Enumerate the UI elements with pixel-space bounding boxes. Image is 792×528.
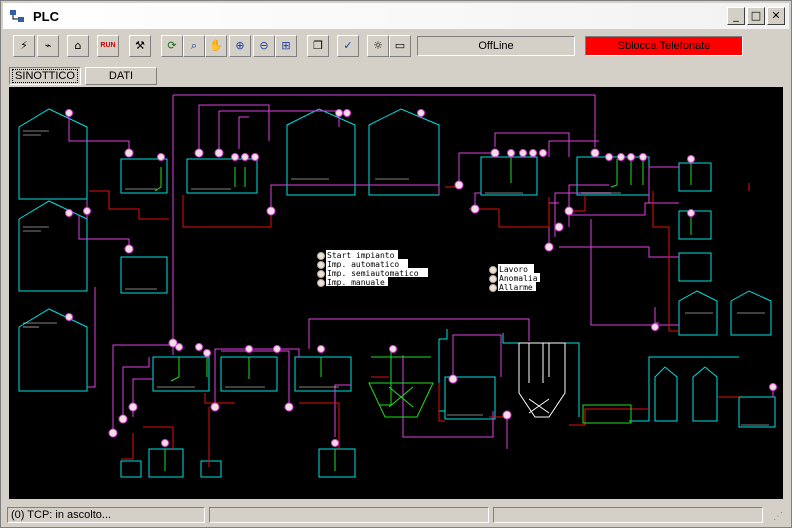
pump-lines xyxy=(154,157,692,471)
mode-legend: Start impianto Imp. automatico Imp. semi… xyxy=(317,250,540,292)
legend-auto: Imp. automatico xyxy=(327,260,399,269)
silo-structure xyxy=(518,342,566,418)
resize-grip-icon[interactable]: ⋰ xyxy=(773,511,785,523)
left-tanks xyxy=(18,108,776,478)
tools-icon[interactable]: ⚒ xyxy=(129,35,151,57)
status-bar: (0) TCP: in ascolto... ⋰ xyxy=(3,505,789,525)
open-folder-icon[interactable]: ▭ xyxy=(389,35,411,57)
offline-status: OffLine xyxy=(417,36,575,56)
equipment-tags xyxy=(23,130,769,426)
synoptic-canvas[interactable]: Start impianto Imp. automatico Imp. semi… xyxy=(9,87,783,499)
legend-modes: Start impianto Imp. automatico Imp. semi… xyxy=(317,250,428,287)
close-button[interactable]: ✕ xyxy=(767,7,785,25)
status-pane-3 xyxy=(493,507,763,523)
disconnect-plc-icon[interactable]: ⌁ xyxy=(37,35,59,57)
maximize-button[interactable]: □ xyxy=(747,7,765,25)
window-title: PLC xyxy=(33,8,59,24)
run-button[interactable]: RUN xyxy=(97,35,119,57)
spell-check-icon[interactable]: ✓ xyxy=(337,35,359,57)
zoom-fit-icon[interactable]: ⊞ xyxy=(275,35,297,57)
legend-manual: Imp. manuale xyxy=(327,278,385,287)
status-pane-2 xyxy=(209,507,489,523)
light-icon[interactable]: ☼ xyxy=(367,35,389,57)
pan-hand-icon[interactable]: ✋ xyxy=(205,35,227,57)
toolbar: ⚡ ⌁ ⌂ RUN ⚒ ⟳ ⌕ ✋ ⊕ ⊖ ⊞ ❐ ✓ ☼ ▭ OffLine … xyxy=(3,31,789,61)
refresh-icon[interactable]: ⟳ xyxy=(161,35,183,57)
plc-window: PLC _ □ ✕ ⚡ ⌁ ⌂ RUN ⚒ ⟳ ⌕ ✋ ⊕ ⊖ ⊞ ❐ ✓ ☼ … xyxy=(0,0,792,528)
unlock-calls-button[interactable]: Sblocca Telefonate xyxy=(585,36,743,56)
valve-markers xyxy=(65,109,777,447)
legend-start: Start impianto xyxy=(327,251,395,260)
status-message: (0) TCP: in ascolto... xyxy=(7,507,205,523)
connect-plc-icon[interactable]: ⚡ xyxy=(13,35,35,57)
tab-dati[interactable]: DATI xyxy=(85,67,157,85)
tab-sinottico[interactable]: SINOTTICO xyxy=(9,67,81,85)
plant-diagram: Start impianto Imp. automatico Imp. semi… xyxy=(18,94,777,478)
minimize-button[interactable]: _ xyxy=(727,7,745,25)
legend-states: Lavoro Anomalia Allarme xyxy=(489,264,540,292)
zoom-out-icon[interactable]: ⊖ xyxy=(253,35,275,57)
plant-icon[interactable]: ⌂ xyxy=(67,35,89,57)
tab-dati-label: DATI xyxy=(108,70,134,82)
zoom-area-icon[interactable]: ⌕ xyxy=(183,35,205,57)
tab-sinottico-label: SINOTTICO xyxy=(12,69,78,83)
windows-icon[interactable]: ❐ xyxy=(307,35,329,57)
zoom-in-icon[interactable]: ⊕ xyxy=(229,35,251,57)
network-app-icon xyxy=(9,8,25,24)
legend-lavoro: Lavoro xyxy=(499,265,528,274)
legend-anomalia: Anomalia xyxy=(499,274,538,283)
title-bar: PLC _ □ ✕ xyxy=(3,3,789,29)
legend-allarme: Allarme xyxy=(499,283,533,292)
legend-semiauto: Imp. semiautomatico xyxy=(327,269,419,278)
